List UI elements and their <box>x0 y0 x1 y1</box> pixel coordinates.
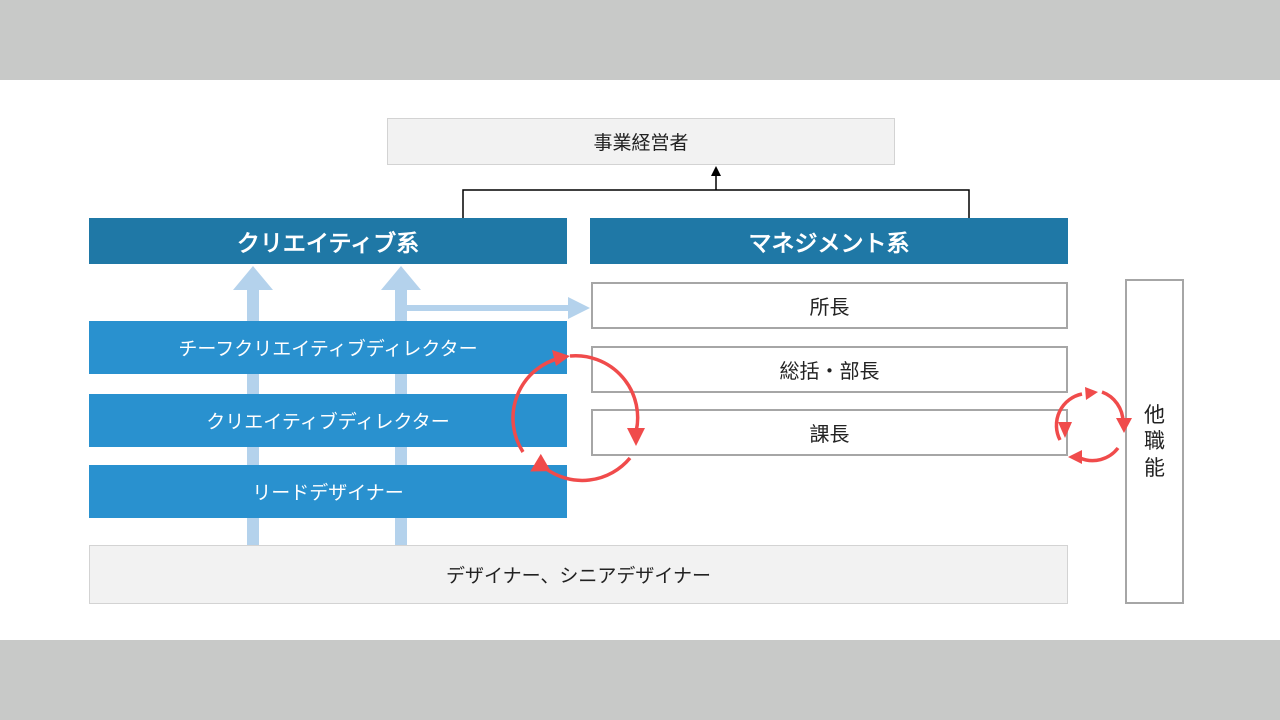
rotation-layer <box>511 350 1132 483</box>
rotation-cycle-other-functions <box>1054 387 1132 464</box>
rotation-cycle-creative-management <box>511 350 645 483</box>
